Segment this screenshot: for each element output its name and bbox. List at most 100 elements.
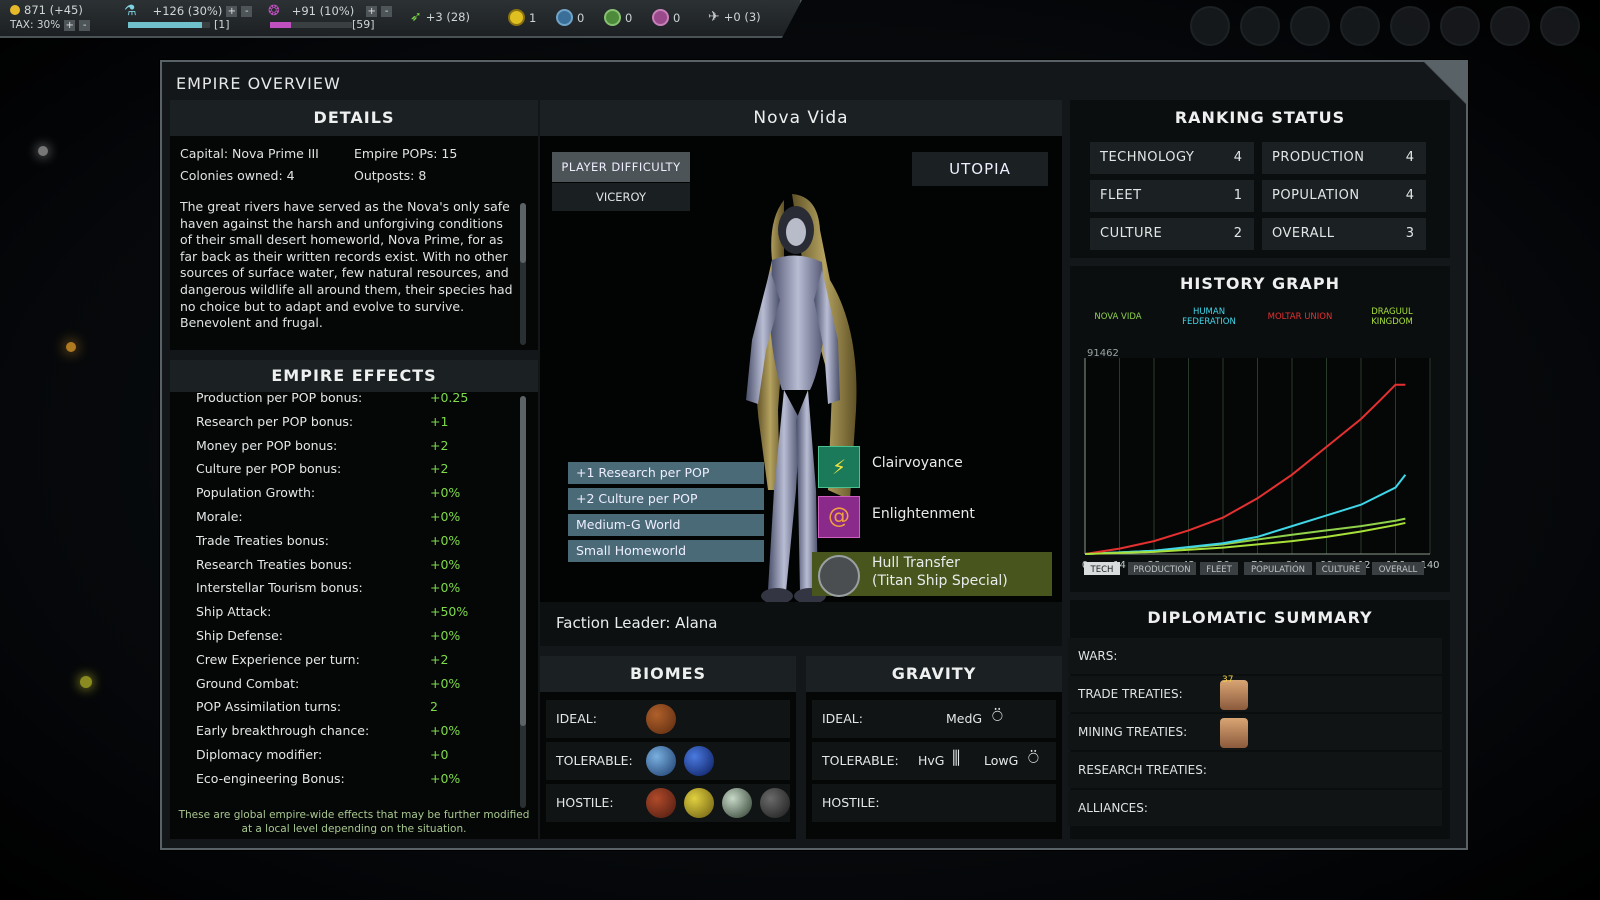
effect-label: Research Treaties bonus: xyxy=(196,556,353,572)
resource-3-display[interactable]: 0 xyxy=(604,9,632,26)
effect-value: +0 xyxy=(430,747,449,762)
effect-row: POP Assimilation turns: 2 xyxy=(196,699,496,714)
chart-legend-label: MOLTAR UNION xyxy=(1268,312,1333,322)
money-display[interactable]: 871 (+45) xyxy=(10,3,83,17)
tax-decrease-button[interactable]: - xyxy=(79,19,91,31)
ranking-cell: TECHNOLOGY 4 xyxy=(1090,142,1254,174)
ship-production-display[interactable]: ➶ +3 (28) xyxy=(410,9,470,25)
faction-trait[interactable]: +1 Research per POP xyxy=(568,462,764,484)
barren-planet-icon[interactable] xyxy=(760,788,790,818)
menu-button-icon[interactable] xyxy=(1340,6,1380,46)
chart-legend-label: HUMAN FEDERATION xyxy=(1182,307,1236,327)
gravity-tolerable-label: TOLERABLE: xyxy=(822,753,899,768)
gravity-hostile-label: HOSTILE: xyxy=(822,795,880,810)
ocean-planet-icon[interactable] xyxy=(646,746,676,776)
effect-value: +0% xyxy=(430,628,461,643)
chart-legend-label: NOVA VIDA xyxy=(1094,312,1141,322)
resource-2-display[interactable]: 0 xyxy=(556,9,584,26)
wars-label: WARS: xyxy=(1078,649,1118,663)
ship-production-value: +3 (28) xyxy=(425,10,470,24)
research-decrease-button[interactable]: - xyxy=(241,5,253,17)
faction-trait[interactable]: Small Homeworld xyxy=(568,540,764,562)
ability-name: Enlightenment xyxy=(872,506,975,522)
research-progress-bar xyxy=(128,22,210,28)
toxic-planet-icon[interactable] xyxy=(684,788,714,818)
background-star xyxy=(80,676,92,688)
clairvoyance-icon[interactable]: ⚡ xyxy=(818,446,860,488)
desert-planet-icon[interactable] xyxy=(646,704,676,734)
ranking-value: 2 xyxy=(1233,226,1242,241)
ranking-label: FLEET xyxy=(1100,188,1142,203)
ranking-label: POPULATION xyxy=(1272,188,1360,203)
ranking-cell: OVERALL 3 xyxy=(1262,218,1426,250)
effect-value: +2 xyxy=(430,651,449,667)
lore-scrollbar[interactable] xyxy=(520,203,526,345)
resource-3-icon xyxy=(604,9,621,26)
alliances-row: ALLIANCES: xyxy=(1068,790,1442,826)
tax-increase-button[interactable]: + xyxy=(64,19,76,31)
research-flask-icon: ⚗ xyxy=(124,3,137,19)
telescope-icon: ⚡ xyxy=(831,455,847,479)
chart-category-button-label: TECH xyxy=(1090,565,1114,575)
ranking-value: 4 xyxy=(1405,150,1414,165)
effect-row: Morale: +0% xyxy=(196,509,496,524)
biome-hostile-label: HOSTILE: xyxy=(556,795,614,810)
menu-button-icon[interactable] xyxy=(1190,6,1230,46)
mining-partner-avatar[interactable] xyxy=(1220,718,1248,748)
research-increase-button[interactable]: + xyxy=(226,5,238,17)
culture-increase-button[interactable]: + xyxy=(366,5,378,17)
resource-1-display[interactable]: 1 xyxy=(508,9,536,26)
difficulty-label: PLAYER DIFFICULTY xyxy=(552,152,690,182)
resource-4-display[interactable]: 0 xyxy=(652,9,680,26)
effect-row: Crew Experience per turn: +2 xyxy=(196,652,496,667)
effect-value: +0% xyxy=(430,485,461,501)
faction-leader-name: Faction Leader: Alana xyxy=(556,614,718,632)
lore-scroll-thumb[interactable] xyxy=(520,203,526,263)
chart-category-button-label: POPULATION xyxy=(1251,565,1305,575)
faction-trait[interactable]: Medium-G World xyxy=(568,514,764,536)
effects-scroll-thumb[interactable] xyxy=(520,396,526,726)
swirl-icon: @ xyxy=(828,504,850,529)
menu-button-icon[interactable] xyxy=(1290,6,1330,46)
research-value: +126 (30%) xyxy=(152,4,223,18)
chart-category-button-label: OVERALL xyxy=(1379,565,1418,575)
culture-progress-bar xyxy=(270,22,352,28)
menu-button-icon[interactable] xyxy=(1390,6,1430,46)
research-treaties-row: RESEARCH TREATIES: xyxy=(1068,752,1442,788)
menu-button-icon[interactable] xyxy=(1490,6,1530,46)
background-star xyxy=(66,342,76,352)
effect-row: Interstellar Tourism bonus: +0% xyxy=(196,580,496,595)
ranking-value: 3 xyxy=(1405,226,1414,241)
effect-row: Production per POP bonus: +0.25 xyxy=(196,390,496,405)
effect-label: Trade Treaties bonus: xyxy=(196,532,329,548)
ranking-label: TECHNOLOGY xyxy=(1100,150,1195,165)
details-section: DETAILS Capital: Nova Prime III Empire P… xyxy=(170,100,538,350)
menu-button-icon[interactable] xyxy=(1440,6,1480,46)
influence-display[interactable]: ✈ +0 (3) xyxy=(708,9,761,25)
menu-button-icon[interactable] xyxy=(1540,6,1580,46)
culture-display[interactable]: ❂ +91 (10%) + - xyxy=(268,3,393,19)
ability-subtitle: (Titan Ship Special) xyxy=(872,573,1008,589)
effect-label: Interstellar Tourism bonus: xyxy=(196,580,363,596)
trade-partner-badge: 37 xyxy=(1222,675,1234,685)
tax-value: TAX: 30% xyxy=(10,19,61,31)
faction-trait[interactable]: +2 Culture per POP xyxy=(568,488,764,510)
difficulty-value: VICEROY xyxy=(552,183,690,211)
enlightenment-icon[interactable]: @ xyxy=(818,496,860,538)
leader-bar: Faction Leader: Alana xyxy=(540,602,1062,646)
effects-scrollbar[interactable] xyxy=(520,396,526,808)
faction-name: Nova Vida xyxy=(540,100,1062,136)
volcanic-planet-icon[interactable] xyxy=(646,788,676,818)
lore-text: The great rivers have served as the Nova… xyxy=(180,199,513,331)
terran-planet-icon[interactable] xyxy=(684,746,714,776)
gravity-section: GRAVITY IDEAL: MedG ⍥ TOLERABLE: HvG ⫼ L… xyxy=(806,656,1062,839)
ship-icon: ➶ xyxy=(410,9,422,25)
culture-decrease-button[interactable]: - xyxy=(381,5,393,17)
research-display[interactable]: ⚗ +126 (30%) + - xyxy=(124,3,253,19)
gravity-title: GRAVITY xyxy=(806,656,1062,692)
effect-label: POP Assimilation turns: xyxy=(196,699,342,715)
menu-button-icon[interactable] xyxy=(1240,6,1280,46)
ranking-label: OVERALL xyxy=(1272,226,1335,241)
effect-row: Trade Treaties bonus: +0% xyxy=(196,533,496,548)
arctic-planet-icon[interactable] xyxy=(722,788,752,818)
